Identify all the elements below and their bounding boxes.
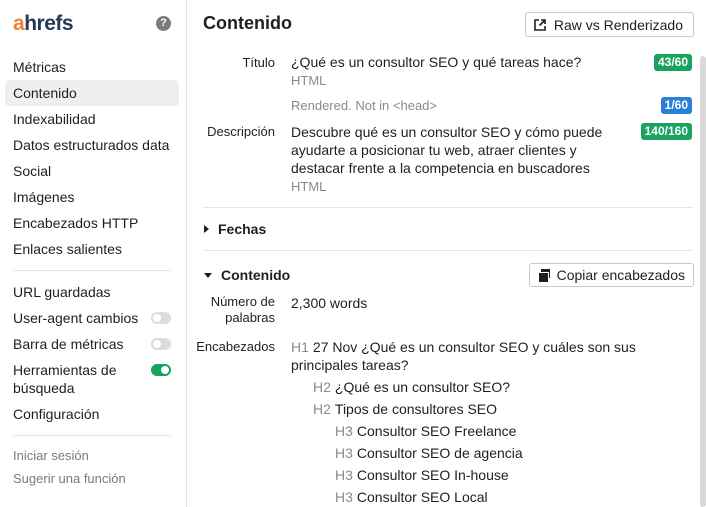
sidebar-item-social[interactable]: Social: [5, 158, 179, 184]
sidebar-item-enlaces-salientes[interactable]: Enlaces salientes: [5, 236, 179, 262]
heading-text: 27 Nov ¿Qué es un consultor SEO y cuáles…: [291, 339, 636, 373]
main-panel: Contenido Raw vs Renderizado Título ¿Qué…: [188, 0, 706, 507]
sidebar-item-imagenes[interactable]: Imágenes: [5, 184, 179, 210]
content-section-toggle[interactable]: Contenido: [204, 267, 290, 283]
sidebar-item-url-guardadas[interactable]: URL guardadas: [5, 279, 179, 305]
barra-metricas-label: Barra de métricas: [13, 336, 124, 352]
rendered-title-note: Rendered. Not in <head>: [291, 98, 437, 113]
heading-tag: H3: [335, 467, 353, 483]
raw-vs-rendered-button[interactable]: Raw vs Renderizado: [524, 12, 694, 37]
heading-row: H2 Tipos de consultores SEO: [313, 400, 497, 418]
heading-row: H3 Consultor SEO de agencia: [335, 444, 523, 462]
title-value: ¿Qué es un consultor SEO y qué tareas ha…: [291, 54, 582, 70]
herramientas-toggle[interactable]: [151, 364, 171, 376]
caret-down-icon: [204, 272, 212, 278]
copy-headings-button[interactable]: Copiar encabezados: [528, 263, 694, 287]
heading-row: H3 Consultor SEO Local: [335, 488, 488, 506]
heading-text: Consultor SEO de agencia: [356, 445, 523, 461]
heading-text: ¿Qué es un consultor SEO?: [334, 379, 510, 395]
title-source: HTML: [291, 73, 327, 88]
heading-row: H3 Consultor SEO Freelance: [335, 422, 516, 440]
logo-row: ahrefs ?: [13, 12, 175, 36]
heading-row: H2 ¿Qué es un consultor SEO?: [313, 378, 510, 396]
user-agent-toggle[interactable]: [151, 312, 171, 324]
description-source: HTML: [291, 179, 327, 194]
sidebar-item-configuracion[interactable]: Configuración: [5, 401, 179, 427]
help-icon[interactable]: ?: [156, 16, 171, 31]
sidebar-divider-bottom: [13, 435, 171, 436]
heading-tag: H1: [291, 339, 309, 355]
page-title: Contenido: [203, 13, 292, 33]
sidebar-item-indexabilidad[interactable]: Indexabilidad: [5, 106, 179, 132]
dates-section-label: Fechas: [218, 221, 267, 237]
heading-text: Consultor SEO Local: [356, 489, 488, 505]
heading-row: H3 Consultor SEO In-house: [335, 466, 509, 484]
word-count-value: 2,300 words: [291, 295, 368, 311]
heading-text: Consultor SEO Freelance: [356, 423, 517, 439]
raw-vs-rendered-label: Raw vs Renderizado: [553, 16, 683, 33]
sidebar-item-metricas[interactable]: Métricas: [5, 54, 179, 80]
sidebar-item-encabezados-http[interactable]: Encabezados HTTP: [5, 210, 179, 236]
heading-text: Tipos de consultores SEO: [334, 401, 498, 417]
login-link[interactable]: Iniciar sesión: [5, 444, 179, 467]
caret-right-icon: [204, 225, 209, 233]
user-agent-label: User-agent cambios: [13, 310, 139, 326]
sidebar-item-datos-estructurados[interactable]: Datos estructurados data: [5, 132, 179, 158]
section-divider-2: [203, 250, 693, 251]
content-section-label: Contenido: [221, 267, 291, 283]
ahrefs-logo[interactable]: ahrefs: [13, 12, 74, 35]
heading-tag: H2: [313, 379, 331, 395]
description-label: Descripción: [207, 124, 275, 139]
scrollbar[interactable]: [700, 56, 706, 507]
headings-label: Encabezados: [196, 339, 275, 354]
heading-text: Consultor SEO In-house: [356, 467, 509, 483]
rendered-length-badge: 1/60: [660, 97, 692, 114]
description-value: Descubre qué es un consultor SEO y cómo …: [291, 124, 603, 176]
sidebar-item-herramientas[interactable]: Herramientas de búsqueda: [5, 357, 179, 401]
title-length-badge: 43/60: [653, 54, 692, 71]
copy-icon: [537, 269, 550, 283]
sidebar-divider: [13, 270, 171, 271]
sidebar-item-barra-metricas[interactable]: Barra de métricas: [5, 331, 179, 357]
external-link-icon: [534, 18, 546, 31]
heading-tag: H2: [313, 401, 331, 417]
dates-section-toggle[interactable]: Fechas: [204, 221, 266, 237]
sidebar-nav: Métricas Contenido Indexabilidad Datos e…: [5, 54, 179, 490]
suggest-feature-link[interactable]: Sugerir una función: [5, 467, 179, 490]
sidebar: ahrefs ? Métricas Contenido Indexabilida…: [0, 0, 187, 507]
section-divider: [203, 207, 693, 208]
word-count-label: Número de palabras: [210, 294, 275, 325]
herramientas-label: Herramientas de búsqueda: [13, 362, 117, 396]
heading-tag: H3: [335, 489, 353, 505]
heading-tag: H3: [335, 445, 353, 461]
sidebar-item-user-agent[interactable]: User-agent cambios: [5, 305, 179, 331]
description-length-badge: 140/160: [640, 123, 692, 140]
copy-headings-label: Copiar encabezados: [556, 267, 685, 283]
main-header: Contenido Raw vs Renderizado: [188, 0, 706, 46]
heading-tag: H3: [335, 423, 353, 439]
sidebar-item-contenido[interactable]: Contenido: [5, 80, 179, 106]
title-label: Título: [242, 55, 275, 70]
barra-metricas-toggle[interactable]: [151, 338, 171, 350]
heading-row: H1 27 Nov ¿Qué es un consultor SEO y cuál…: [291, 338, 671, 374]
